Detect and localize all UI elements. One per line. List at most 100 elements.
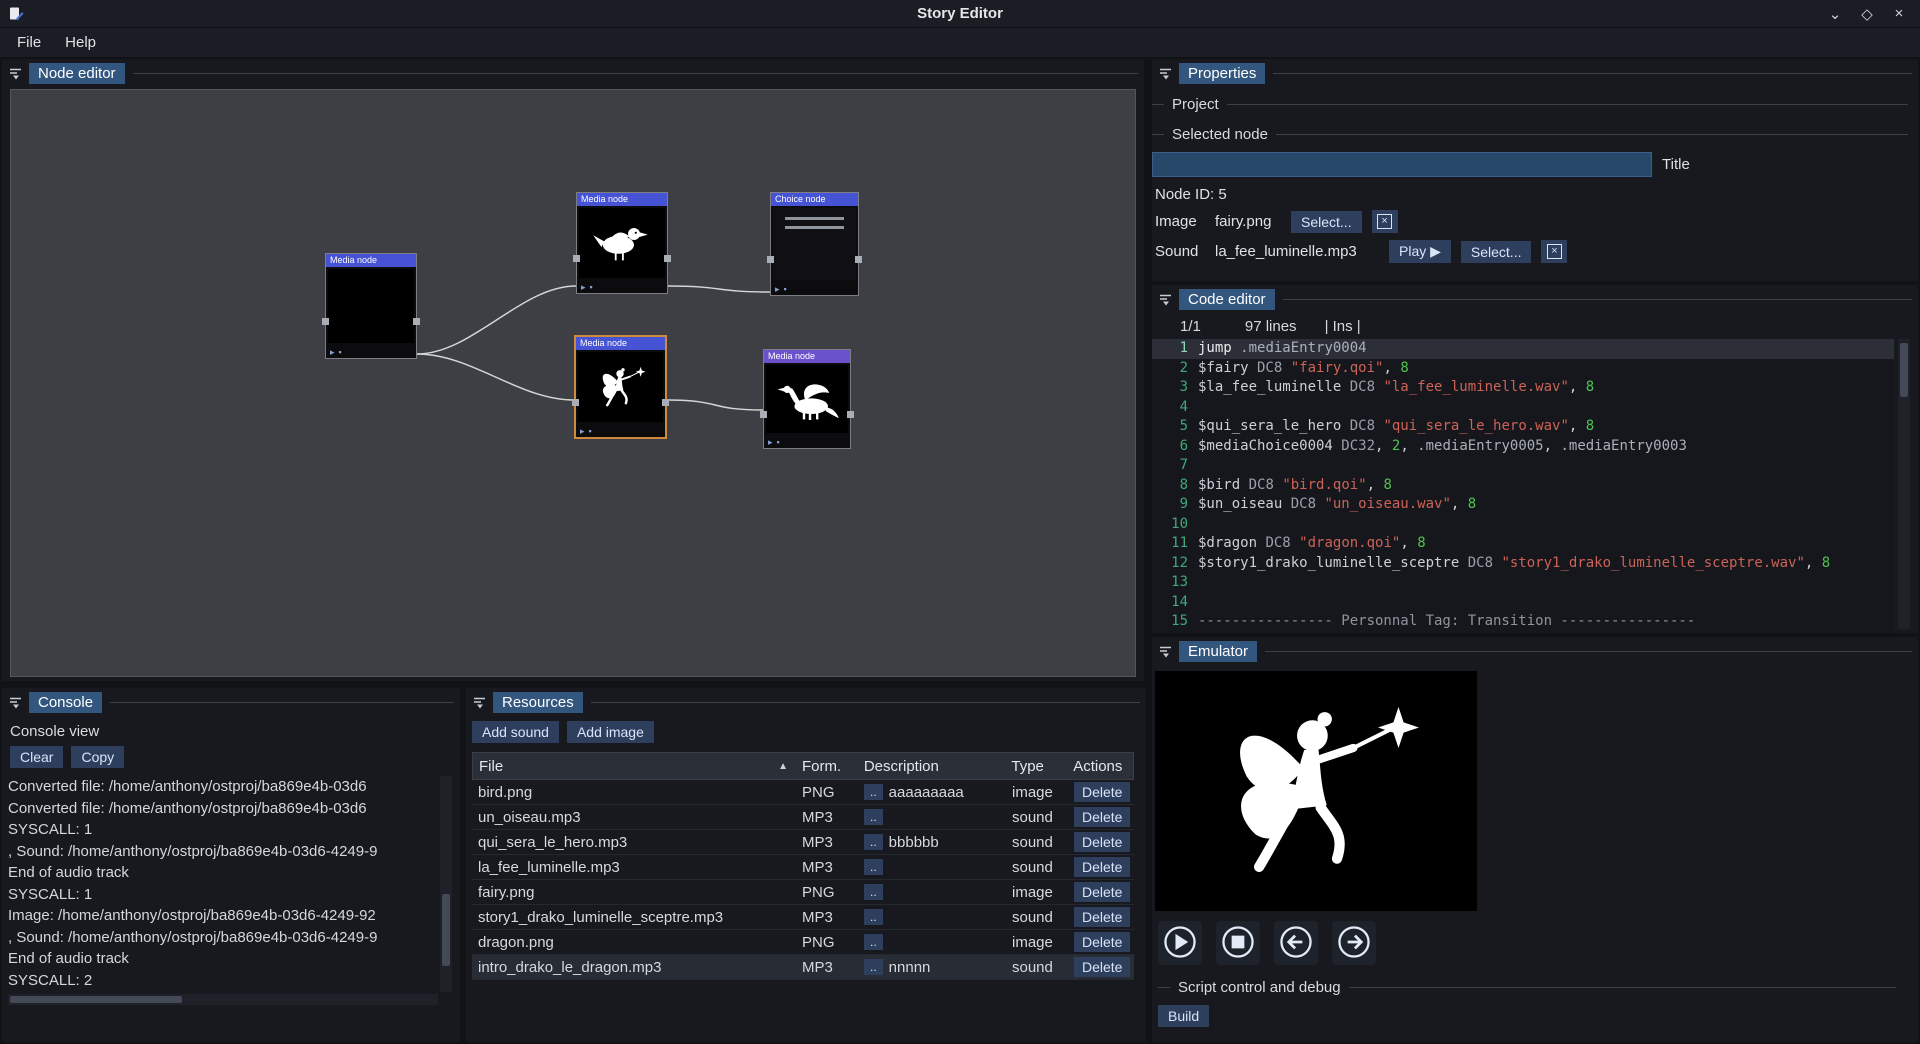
port-out[interactable]: [664, 255, 671, 262]
node-stop-icon[interactable]: ▪: [339, 347, 342, 357]
add-sound-button[interactable]: Add sound: [472, 721, 559, 743]
menu-file[interactable]: File: [6, 31, 52, 54]
port-in[interactable]: [767, 256, 774, 263]
node-fairy[interactable]: Media node ▸▪: [574, 335, 667, 439]
stop-button[interactable]: [1216, 921, 1260, 965]
port-out[interactable]: [662, 399, 669, 406]
collapse-icon[interactable]: [8, 695, 23, 710]
port-out[interactable]: [855, 256, 862, 263]
collapse-icon[interactable]: [1158, 66, 1173, 81]
node-canvas[interactable]: Media node▸▪Media node ▸▪Choice node▸▪Me…: [10, 89, 1136, 677]
node-play-icon[interactable]: ▸: [580, 426, 585, 436]
port-in[interactable]: [573, 255, 580, 262]
port-in[interactable]: [760, 411, 767, 418]
table-row[interactable]: un_oiseau.mp3MP3..soundDelete: [472, 805, 1134, 830]
code-editor-area[interactable]: 1jump .mediaEntry00042$fairy DC8 "fairy.…: [1152, 339, 1894, 633]
node-header: Media node: [326, 254, 416, 267]
node-play-icon[interactable]: ▸: [775, 284, 780, 294]
minimize-button[interactable]: ⌄: [1826, 5, 1844, 23]
add-image-button[interactable]: Add image: [567, 721, 654, 743]
code-token: "un_oiseau.wav": [1324, 496, 1450, 512]
node-intro[interactable]: Media node ▸ ▪: [325, 253, 417, 359]
description-button[interactable]: ..: [864, 834, 883, 850]
node-body: [328, 269, 414, 343]
delete-button[interactable]: Delete: [1074, 782, 1130, 802]
image-clear-button[interactable]: ×: [1372, 210, 1398, 233]
column-file[interactable]: File ▲: [473, 758, 796, 775]
column-type[interactable]: Type: [1005, 758, 1067, 775]
node-play-icon[interactable]: ▸: [581, 282, 586, 292]
node-choice[interactable]: Choice node▸▪: [770, 192, 859, 296]
code-statusbar: 1/1 97 lines | Ins |: [1152, 313, 1918, 339]
port-out[interactable]: [847, 411, 854, 418]
console-horizontal-scrollbar[interactable]: [8, 994, 438, 1005]
delete-button[interactable]: Delete: [1074, 857, 1130, 877]
node-play-icon[interactable]: ▸: [330, 347, 335, 357]
port-in[interactable]: [322, 318, 329, 325]
node-play-icon[interactable]: ▸: [768, 437, 773, 447]
collapse-icon[interactable]: [1158, 644, 1173, 659]
clear-button[interactable]: Clear: [10, 746, 63, 768]
code-token: DC8: [1249, 360, 1291, 376]
sound-label: Sound: [1155, 243, 1205, 260]
description-button[interactable]: ..: [864, 859, 883, 875]
close-button[interactable]: ×: [1890, 5, 1908, 23]
delete-button[interactable]: Delete: [1074, 957, 1130, 977]
console-vertical-scrollbar[interactable]: [440, 776, 452, 992]
collapse-icon[interactable]: [1158, 292, 1173, 307]
port-out[interactable]: [413, 318, 420, 325]
node-stop-icon[interactable]: ▪: [777, 437, 780, 447]
app-icon: [8, 6, 24, 22]
description-button[interactable]: ..: [864, 959, 883, 975]
title-input[interactable]: [1152, 152, 1652, 177]
console-line: , Sound: /home/anthony/ostproj/ba869e4b-…: [8, 927, 436, 949]
next-button[interactable]: [1332, 921, 1376, 965]
delete-button[interactable]: Delete: [1074, 882, 1130, 902]
maximize-button[interactable]: ◇: [1858, 5, 1876, 23]
column-format[interactable]: Form.: [796, 758, 858, 775]
line-number: 1: [1152, 339, 1198, 359]
table-row[interactable]: bird.pngPNG..aaaaaaaaaimageDelete: [472, 780, 1134, 805]
code-vertical-scrollbar[interactable]: [1898, 339, 1910, 629]
column-description[interactable]: Description: [858, 758, 1006, 775]
play-button[interactable]: [1158, 921, 1202, 965]
node-dragon[interactable]: Media node ▸▪: [763, 349, 851, 449]
node-stop-icon[interactable]: ▪: [589, 426, 592, 436]
description-button[interactable]: ..: [864, 934, 883, 950]
table-row[interactable]: dragon.pngPNG..imageDelete: [472, 930, 1134, 955]
port-in[interactable]: [572, 399, 579, 406]
delete-button[interactable]: Delete: [1074, 907, 1130, 927]
sound-select-button[interactable]: Select...: [1461, 241, 1532, 263]
description-button[interactable]: ..: [864, 809, 883, 825]
table-row[interactable]: intro_drako_le_dragon.mp3MP3..nnnnnsound…: [472, 955, 1134, 980]
table-row[interactable]: fairy.pngPNG..imageDelete: [472, 880, 1134, 905]
build-button[interactable]: Build: [1158, 1005, 1209, 1027]
node-bird[interactable]: Media node ▸▪: [576, 192, 668, 294]
table-row[interactable]: la_fee_luminelle.mp3MP3..soundDelete: [472, 855, 1134, 880]
menu-help[interactable]: Help: [54, 31, 107, 54]
image-select-button[interactable]: Select...: [1291, 211, 1362, 233]
delete-button[interactable]: Delete: [1074, 807, 1130, 827]
collapse-icon[interactable]: [472, 695, 487, 710]
play-sound-button[interactable]: Play ▶: [1389, 240, 1451, 263]
column-actions[interactable]: Actions: [1067, 758, 1133, 775]
node-stop-icon[interactable]: ▪: [784, 284, 787, 294]
description-button[interactable]: ..: [864, 884, 883, 900]
scrollbar-thumb[interactable]: [1900, 343, 1908, 397]
prev-button[interactable]: [1274, 921, 1318, 965]
delete-button[interactable]: Delete: [1074, 832, 1130, 852]
code-line: 4: [1152, 398, 1894, 418]
scrollbar-thumb[interactable]: [442, 894, 450, 966]
copy-button[interactable]: Copy: [71, 746, 124, 768]
collapse-icon[interactable]: [8, 66, 23, 81]
scrollbar-thumb[interactable]: [10, 996, 182, 1003]
delete-button[interactable]: Delete: [1074, 932, 1130, 952]
sound-clear-button[interactable]: ×: [1541, 240, 1567, 263]
console-line: , Sound: /home/anthony/ostproj/ba869e4b-…: [8, 841, 436, 863]
node-stop-icon[interactable]: ▪: [590, 282, 593, 292]
code-content: $dragon DC8 "dragon.qoi", 8: [1198, 534, 1426, 554]
description-button[interactable]: ..: [864, 909, 883, 925]
table-row[interactable]: story1_drako_luminelle_sceptre.mp3MP3..s…: [472, 905, 1134, 930]
description-button[interactable]: ..: [864, 784, 883, 800]
table-row[interactable]: qui_sera_le_hero.mp3MP3..bbbbbbsoundDele…: [472, 830, 1134, 855]
